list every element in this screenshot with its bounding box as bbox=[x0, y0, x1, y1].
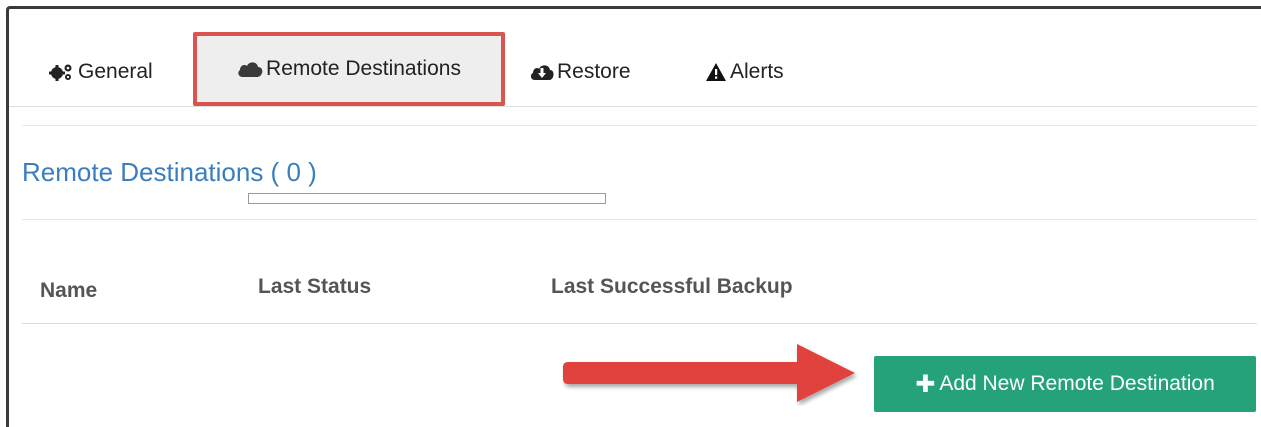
plus-icon: ✚ bbox=[915, 370, 936, 398]
divider bbox=[22, 219, 1257, 220]
tab-alerts[interactable]: Alerts bbox=[705, 38, 784, 106]
tab-general[interactable]: General bbox=[49, 38, 153, 106]
table-divider bbox=[22, 323, 1257, 324]
tab-label: Remote Destinations bbox=[266, 57, 461, 80]
section-title: Remote Destinations ( 0 ) bbox=[22, 157, 317, 187]
add-button-label: Add New Remote Destination bbox=[939, 372, 1215, 395]
tab-bar: General Remote Destinations Restore Aler… bbox=[9, 32, 1257, 107]
tab-remote-destinations[interactable]: Remote Destinations bbox=[193, 32, 505, 106]
column-header-last-successful-backup[interactable]: Last Successful Backup bbox=[551, 275, 793, 299]
add-new-remote-destination-button[interactable]: ✚ Add New Remote Destination bbox=[874, 356, 1256, 412]
column-header-last-status[interactable]: Last Status bbox=[258, 275, 371, 299]
tab-label: General bbox=[78, 60, 153, 83]
progress-bar bbox=[248, 193, 606, 204]
gears-icon bbox=[49, 64, 72, 81]
column-header-name[interactable]: Name bbox=[40, 279, 97, 303]
warning-icon bbox=[706, 63, 726, 81]
tab-label: Alerts bbox=[730, 60, 784, 83]
cloud-download-icon bbox=[530, 65, 554, 80]
cloud-icon bbox=[238, 62, 263, 77]
tab-restore[interactable]: Restore bbox=[530, 38, 631, 106]
divider bbox=[22, 125, 1257, 126]
tab-label: Restore bbox=[557, 60, 631, 83]
annotation-arrow-icon bbox=[563, 344, 855, 402]
